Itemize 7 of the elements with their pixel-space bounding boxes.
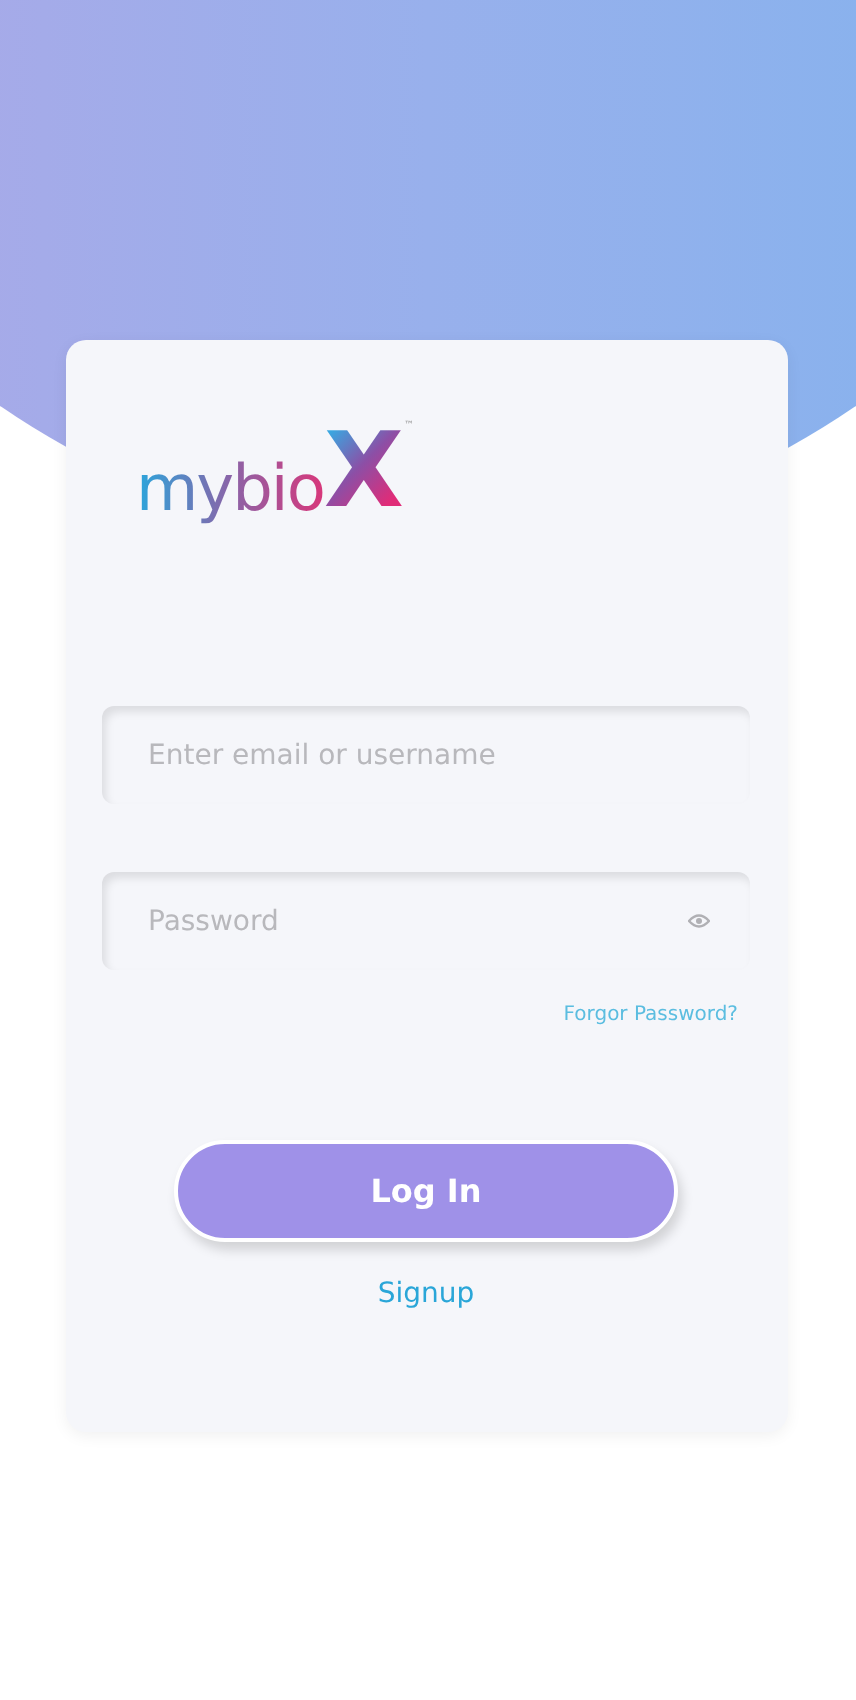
logo-text: mybio xyxy=(136,456,324,524)
password-field[interactable]: Password xyxy=(102,872,750,970)
signup-link[interactable]: Signup xyxy=(377,1278,475,1310)
forgot-password-link[interactable]: Forgor Password? xyxy=(563,1004,738,1026)
email-field[interactable]: Enter email or username xyxy=(102,706,750,804)
eye-icon[interactable] xyxy=(688,914,710,928)
login-button[interactable]: Log In xyxy=(174,1140,678,1242)
